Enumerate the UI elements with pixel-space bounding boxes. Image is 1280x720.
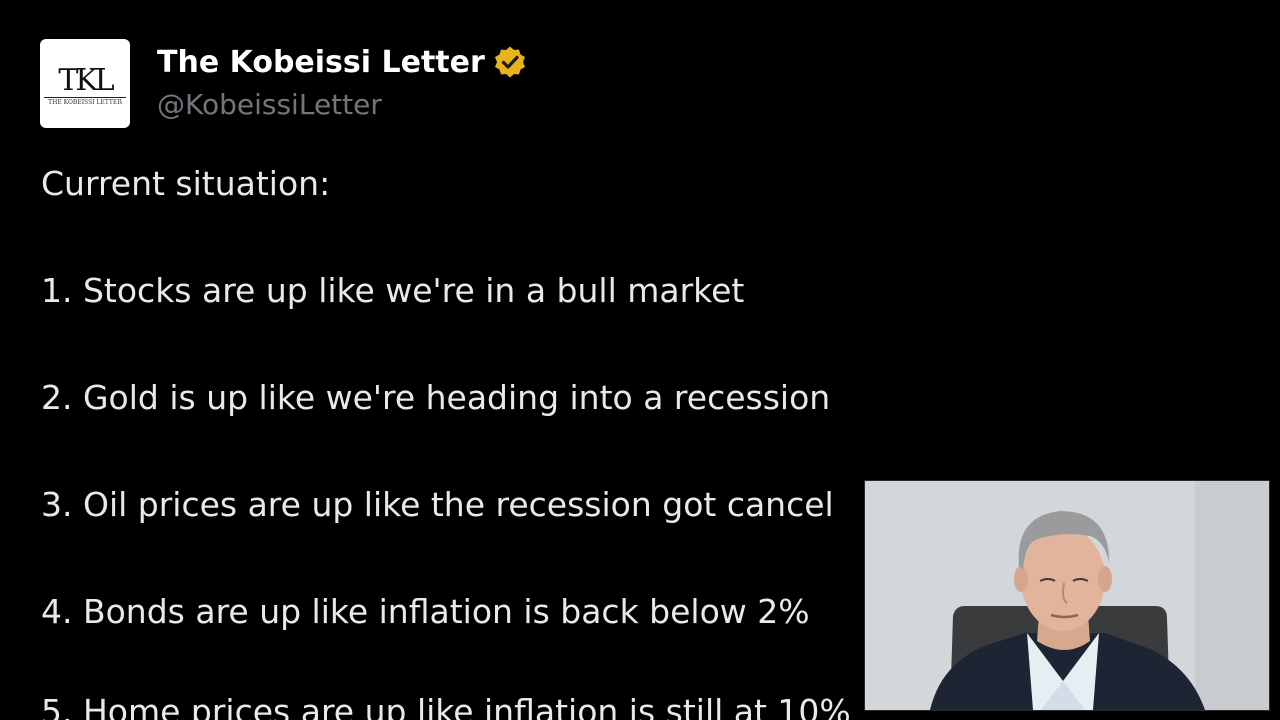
- tweet-line-5: 5. Home prices are up like inflation is …: [41, 692, 851, 720]
- avatar-logo-text: TKL: [58, 63, 114, 98]
- presenter-video-frame: [865, 481, 1269, 710]
- profile-avatar[interactable]: TKL THE KOBEISSI LETTER: [40, 39, 130, 128]
- display-name-row[interactable]: The Kobeissi Letter: [157, 44, 527, 80]
- verified-badge-icon: [494, 46, 525, 78]
- tweet-line-2: 2. Gold is up like we're heading into a …: [41, 378, 831, 417]
- tweet-line-3: 3. Oil prices are up like the recession …: [41, 485, 834, 524]
- tweet-line-4: 4. Bonds are up like inflation is back b…: [41, 592, 810, 631]
- avatar-logo-subtext: THE KOBEISSI LETTER: [48, 99, 122, 106]
- avatar-logo-rule: [44, 97, 126, 98]
- tweet-line-heading: Current situation:: [41, 164, 331, 203]
- tweet-line-1: 1. Stocks are up like we're in a bull ma…: [41, 271, 745, 310]
- display-name[interactable]: The Kobeissi Letter: [157, 45, 485, 80]
- presenter-video: [864, 480, 1270, 711]
- handle[interactable]: @KobeissiLetter: [157, 88, 382, 121]
